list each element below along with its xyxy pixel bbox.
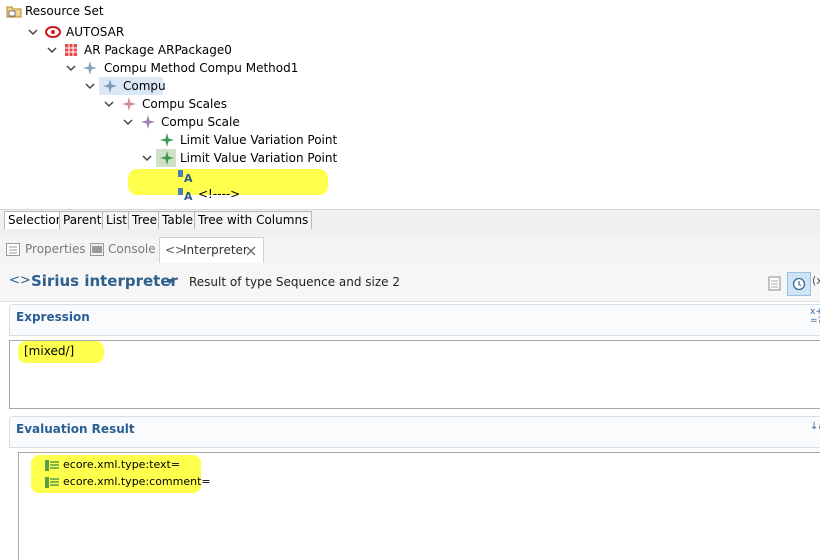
tab-interpreter[interactable]: <> Interpreter xyxy=(159,237,264,264)
chevron-down-icon[interactable] xyxy=(28,27,38,37)
tree-label: Limit Value Variation Point xyxy=(180,151,338,165)
tab-table[interactable]: Table xyxy=(158,211,198,230)
chevron-down-icon[interactable] xyxy=(85,81,95,91)
tree-view: AUTOSAR AR Package ARPackage0 Compu Meth… xyxy=(0,22,820,209)
tab-label: Properties xyxy=(25,242,86,256)
result-info: Result of type Sequence and size 2 xyxy=(189,275,401,289)
tree-label: Compu Scale xyxy=(161,115,240,129)
content-assist-icon[interactable]: x+=? xyxy=(810,308,820,326)
element-star-icon xyxy=(160,151,174,165)
resource-set-title: Resource Set xyxy=(25,4,104,18)
tab-selection[interactable]: Selection xyxy=(4,211,68,230)
tree-label: Compu xyxy=(123,79,166,93)
expression-editor[interactable]: [mixed/] xyxy=(9,340,820,409)
evaluation-section-header: Evaluation Result ↓a xyxy=(9,416,820,448)
view-tab-bar: Properties Console <> Interpreter xyxy=(0,237,820,264)
expression-label: Expression xyxy=(16,310,90,324)
result-item-label: ecore.xml.type:comment= xyxy=(63,475,211,488)
expression-text: [mixed/] xyxy=(24,344,75,358)
tree-label: AUTOSAR xyxy=(66,25,125,39)
feature-icon xyxy=(45,460,59,471)
result-item-label: ecore.xml.type:text= xyxy=(63,458,181,471)
tab-tree-with-columns[interactable]: Tree with Columns xyxy=(194,211,313,230)
tab-parent[interactable]: Parent xyxy=(59,211,106,230)
interpreter-header: <> Sirius interpreter Result of type Seq… xyxy=(0,263,820,302)
console-icon xyxy=(90,243,104,256)
package-icon xyxy=(65,44,77,56)
comment-node-icon: A xyxy=(178,188,193,201)
viewer-tab-bar: Selection Parent List Tree Table Tree wi… xyxy=(0,209,820,230)
element-star-icon xyxy=(83,61,97,75)
chevron-down-icon[interactable] xyxy=(123,117,133,127)
tab-list[interactable]: List xyxy=(102,211,131,230)
chevron-down-icon[interactable] xyxy=(104,99,114,109)
expression-section-header: Expression x+=? xyxy=(9,304,820,336)
clear-icon[interactable] xyxy=(768,275,782,291)
autosar-icon xyxy=(45,26,61,38)
element-star-icon xyxy=(103,79,117,93)
tree-label: Limit Value Variation Point xyxy=(180,133,338,147)
close-icon[interactable] xyxy=(246,246,256,256)
tree-label: <!----> xyxy=(198,187,241,201)
chevron-down-icon[interactable] xyxy=(47,45,57,55)
chevron-down-icon[interactable] xyxy=(66,63,76,73)
tree-label: Compu Method Compu Method1 xyxy=(104,61,299,75)
tab-label: Interpreter xyxy=(183,243,248,257)
svg-text:A: A xyxy=(184,172,193,183)
tab-label: Console xyxy=(108,242,156,256)
resource-set-icon xyxy=(6,6,22,18)
text-node-icon: A xyxy=(178,170,193,183)
evaluation-result-tree[interactable]: ecore.xml.type:text= ecore.xml.type:comm… xyxy=(18,452,820,560)
element-star-icon xyxy=(141,115,155,129)
tree-label: AR Package ARPackage0 xyxy=(84,43,232,57)
chevron-down-icon[interactable] xyxy=(142,153,152,163)
resource-set-header: Resource Set xyxy=(0,0,820,23)
panel-divider xyxy=(0,229,820,237)
realtime-toggle[interactable] xyxy=(787,272,811,296)
interpreter-icon: <> xyxy=(9,273,31,288)
element-star-icon xyxy=(122,97,136,111)
tab-tree[interactable]: Tree xyxy=(128,211,162,230)
evaluation-label: Evaluation Result xyxy=(16,422,135,436)
interpreter-title[interactable]: Sirius interpreter xyxy=(31,272,178,290)
element-star-icon xyxy=(160,133,174,147)
feature-icon xyxy=(45,477,59,488)
svg-text:A: A xyxy=(184,190,193,201)
dropdown-arrow-icon[interactable] xyxy=(166,279,174,285)
properties-icon xyxy=(6,243,20,256)
sort-icon[interactable]: ↓a xyxy=(810,421,820,432)
tree-label: Compu Scales xyxy=(142,97,227,111)
variables-icon[interactable]: (x xyxy=(812,274,820,287)
clock-icon xyxy=(792,277,806,291)
